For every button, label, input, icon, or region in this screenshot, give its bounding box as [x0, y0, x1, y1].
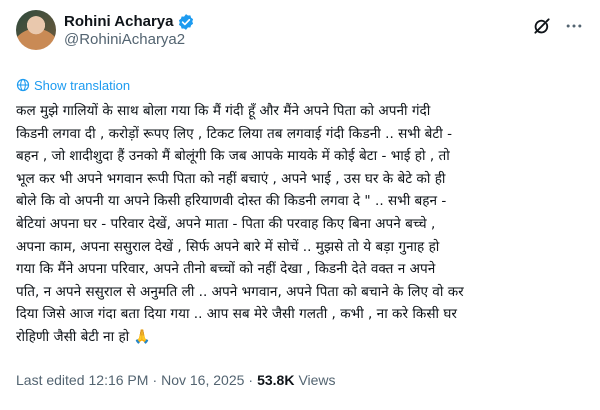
edited-label[interactable]: Last edited — [16, 372, 85, 388]
tweet-date[interactable]: Nov 16, 2025 — [161, 372, 244, 388]
more-options-icon[interactable] — [564, 16, 584, 36]
tweet: Rohini Acharya @RohiniAcharya2 Show tran… — [0, 0, 600, 410]
views-label: Views — [298, 372, 336, 388]
show-translation-link[interactable]: Show translation — [16, 76, 584, 94]
meta-separator: · — [248, 372, 254, 388]
tweet-time[interactable]: 12:16 PM — [89, 372, 149, 388]
tweet-meta: Last edited 12:16 PM · Nov 16, 2025 · 53… — [16, 372, 336, 388]
tweet-text-line: रोहिणी जैसी बेटी ना हो 🙏 — [16, 328, 151, 345]
tweet-text-line: बेटियां अपना घर - परिवार देखें, अपने मात… — [16, 215, 436, 232]
tweet-text-line: भूल कर भी अपने भगवान रूपी पिता को नहीं ब… — [16, 170, 446, 187]
show-translation-label: Show translation — [34, 77, 131, 93]
header-actions — [532, 16, 584, 36]
grok-icon[interactable] — [532, 16, 552, 36]
tweet-text-line: बोले कि वो अपनी या अपने किसी हरियाणवी दो… — [16, 193, 447, 210]
views-count: 53.8K — [257, 372, 295, 388]
tweet-text-line: बहन , जो शादीशुदा हैं उनको मैं बोलूंगी क… — [16, 148, 450, 165]
handle[interactable]: @RohiniAcharya2 — [64, 31, 195, 49]
tweet-text-line: पति, न अपने ससुराल से अनुमति ली .. अपने … — [16, 283, 464, 300]
tweet-header: Rohini Acharya @RohiniAcharya2 — [16, 10, 584, 60]
tweet-text-line: गया कि मैंने अपना परिवार, अपने तीनो बच्च… — [16, 261, 436, 278]
tweet-text: कल मुझे गालियों के साथ बोला गया कि मैं ग… — [16, 100, 586, 349]
display-name[interactable]: Rohini Acharya — [64, 13, 173, 31]
author-names: Rohini Acharya @RohiniAcharya2 — [64, 13, 195, 49]
tweet-text-line: कल मुझे गालियों के साथ बोला गया कि मैं ग… — [16, 103, 431, 119]
tweet-text-line: दिया जिसे आज गंदा बता दिया गया .. आप सब … — [16, 306, 457, 323]
display-name-row: Rohini Acharya — [64, 13, 195, 31]
globe-icon — [16, 78, 30, 92]
tweet-text-line: किडनी लगवा दी , करोड़ों रूपए लिए , टिकट … — [16, 125, 453, 142]
tweet-text-line: अपना काम, अपना ससुराल देखें , सिर्फ अपने… — [16, 238, 440, 255]
avatar[interactable] — [16, 10, 56, 50]
verified-badge-icon[interactable] — [177, 13, 195, 31]
meta-separator: · — [152, 372, 158, 388]
